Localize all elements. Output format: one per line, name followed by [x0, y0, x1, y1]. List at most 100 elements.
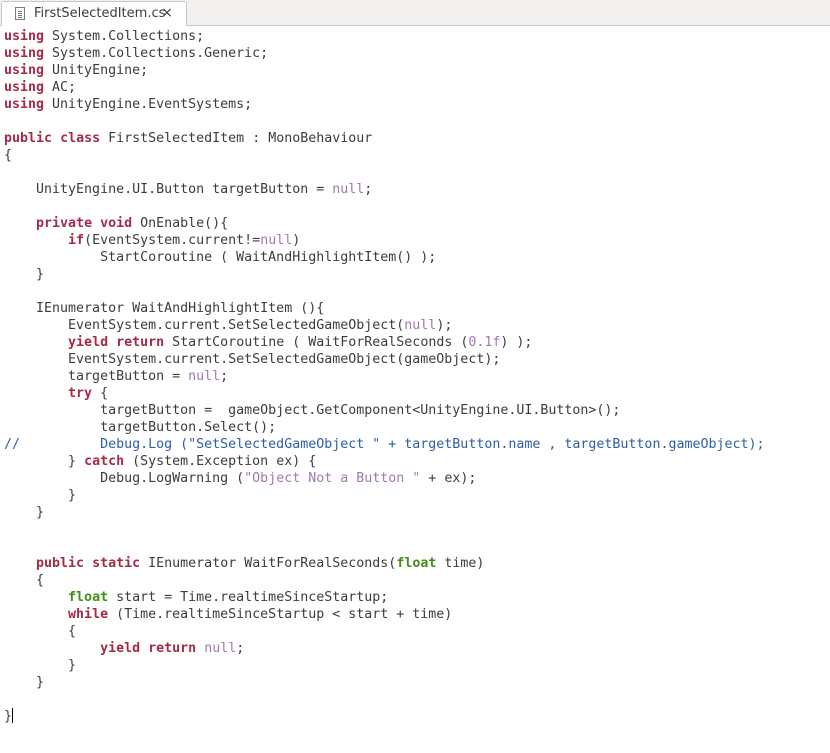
- code-line: float start = Time.realtimeSinceStartup;: [4, 589, 388, 606]
- code-line: }: [4, 504, 44, 521]
- code-line: using System.Collections.Generic;: [4, 45, 268, 62]
- code-text: OnEnable(){: [132, 216, 229, 231]
- code-text: }: [4, 505, 45, 520]
- code-text: ;: [220, 369, 229, 384]
- code-line: if(EventSystem.current!=null): [4, 232, 300, 249]
- code-line: EventSystem.current.SetSelectedGameObjec…: [4, 351, 500, 368]
- code-text: {: [4, 573, 45, 588]
- code-text: FirstSelectedItem : MonoBehaviour: [100, 131, 373, 146]
- comment-token: // Debug.Log ("SetSelectedGameObject " +…: [4, 437, 765, 452]
- tab-label: FirstSelectedItem.cs: [34, 6, 166, 21]
- code-line: using UnityEngine;: [4, 62, 148, 79]
- code-line: {: [4, 623, 76, 640]
- code-line: using AC;: [4, 79, 76, 96]
- code-text: }: [4, 488, 77, 503]
- string-token: "Object Not a Button ": [244, 471, 421, 486]
- code-text: + ex);: [420, 471, 477, 486]
- code-text: }: [4, 267, 45, 282]
- code-line: // Debug.Log ("SetSelectedGameObject " +…: [4, 436, 765, 453]
- code-text: System.Collections.Generic;: [44, 46, 269, 61]
- code-line: while (Time.realtimeSinceStartup < start…: [4, 606, 452, 623]
- code-editor[interactable]: using System.Collections; using System.Co…: [0, 27, 830, 753]
- code-text: EventSystem.current.SetSelectedGameObjec…: [4, 318, 405, 333]
- code-line: Debug.LogWarning ("Object Not a Button "…: [4, 470, 476, 487]
- keyword-token: static: [92, 556, 141, 571]
- code-line: public class FirstSelectedItem : MonoBeh…: [4, 130, 372, 147]
- code-text: ): [292, 233, 301, 248]
- code-text: {: [4, 624, 77, 639]
- keyword-token: if: [68, 233, 85, 248]
- code-line: yield return null;: [4, 640, 244, 657]
- code-text: }: [4, 454, 85, 469]
- text-caret: [12, 708, 13, 723]
- keyword-token: void: [100, 216, 133, 231]
- code-text: StartCoroutine ( WaitAndHighlightItem() …: [4, 250, 437, 265]
- keyword-token: while: [68, 607, 109, 622]
- code-text: targetButton = gameObject.GetComponent<U…: [4, 403, 621, 418]
- keyword-token: public: [4, 131, 53, 146]
- code-line: using System.Collections;: [4, 28, 204, 45]
- code-line: }: [4, 657, 76, 674]
- code-text: ;: [364, 182, 373, 197]
- code-line: } catch (System.Exception ex) {: [4, 453, 316, 470]
- code-text: {: [92, 386, 109, 401]
- close-icon[interactable]: ×: [160, 5, 174, 21]
- keyword-token: using: [4, 80, 45, 95]
- code-text: (System.Exception ex) {: [124, 454, 317, 469]
- code-line: }: [4, 266, 44, 283]
- code-line: yield return StartCoroutine ( WaitForRea…: [4, 334, 532, 351]
- tab-first-selected-item[interactable]: FirstSelectedItem.cs ×: [1, 1, 187, 26]
- code-text: }: [4, 658, 77, 673]
- code-line: }: [4, 674, 44, 691]
- keyword-token: private: [36, 216, 93, 231]
- keyword-token: return: [148, 641, 197, 656]
- literal-token: null: [260, 233, 293, 248]
- text-file-icon: [15, 7, 25, 20]
- code-line: UnityEngine.UI.Button targetButton = nul…: [4, 181, 372, 198]
- code-text: ) );: [500, 335, 533, 350]
- code-text: start = Time.realtimeSinceStartup;: [108, 590, 389, 605]
- code-line: StartCoroutine ( WaitAndHighlightItem() …: [4, 249, 436, 266]
- code-text: IEnumerator WaitForRealSeconds(: [140, 556, 397, 571]
- code-line: using UnityEngine.EventSystems;: [4, 96, 252, 113]
- code-text: IEnumerator WaitAndHighlightItem (){: [4, 301, 325, 316]
- code-text: UnityEngine;: [44, 63, 149, 78]
- code-text: AC;: [44, 80, 77, 95]
- keyword-token: try: [68, 386, 93, 401]
- literal-token: null: [332, 182, 365, 197]
- code-line: {: [4, 147, 12, 164]
- code-text: System.Collections;: [44, 29, 205, 44]
- type-token: float: [396, 556, 437, 571]
- keyword-token: return: [116, 335, 165, 350]
- code-text: );: [436, 318, 453, 333]
- code-text: time): [436, 556, 485, 571]
- code-text: StartCoroutine ( WaitForRealSeconds (: [164, 335, 469, 350]
- keyword-token: using: [4, 63, 45, 78]
- keyword-token: yield: [68, 335, 109, 350]
- code-text: }: [4, 675, 45, 690]
- tab-bar: FirstSelectedItem.cs ×: [0, 0, 830, 26]
- code-text: targetButton =: [4, 369, 189, 384]
- type-token: float: [68, 590, 109, 605]
- keyword-token: catch: [84, 454, 125, 469]
- keyword-token: public: [36, 556, 85, 571]
- code-line: targetButton = null;: [4, 368, 228, 385]
- code-text: (EventSystem.current!=: [84, 233, 261, 248]
- keyword-token: yield: [100, 641, 141, 656]
- code-line: IEnumerator WaitAndHighlightItem (){: [4, 300, 324, 317]
- code-text: Debug.LogWarning (: [4, 471, 245, 486]
- code-text: ;: [236, 641, 245, 656]
- code-line: }: [4, 708, 12, 725]
- code-text: {: [4, 148, 13, 163]
